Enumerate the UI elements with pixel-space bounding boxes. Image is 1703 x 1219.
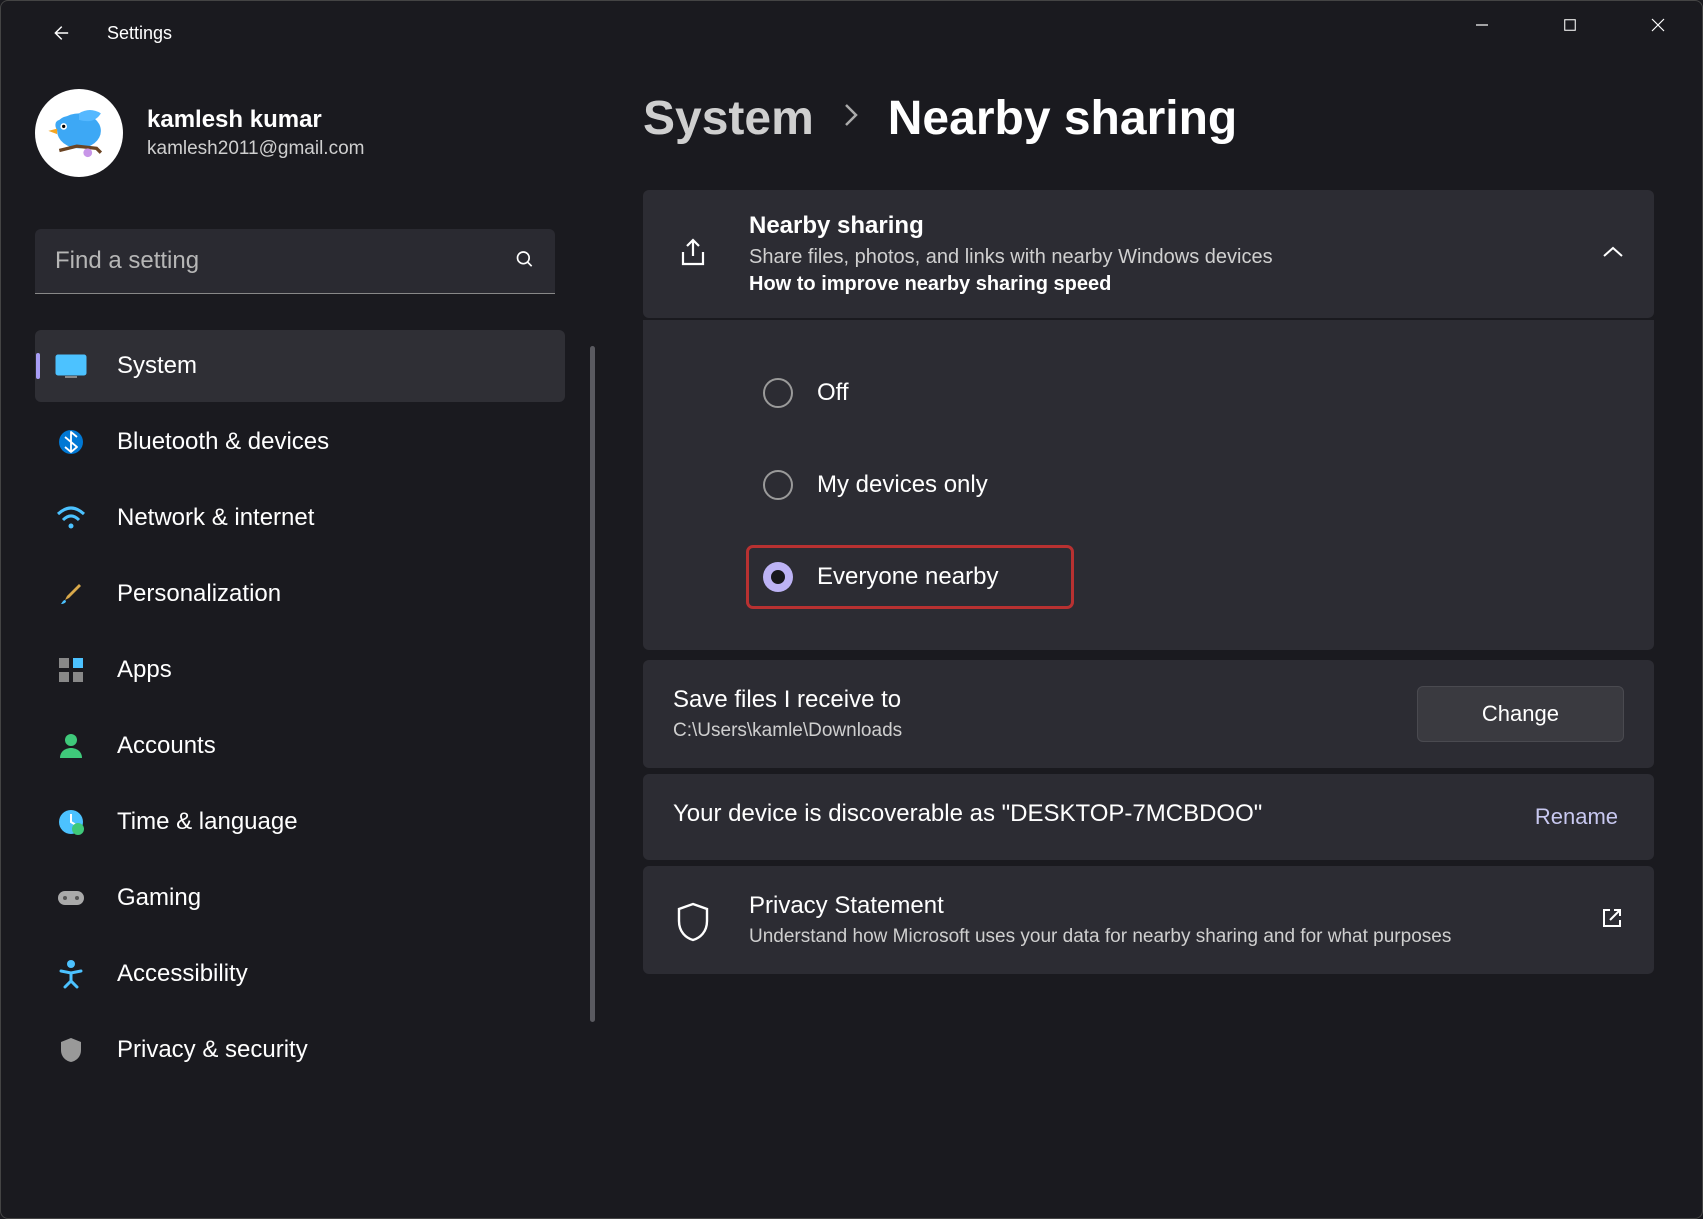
sidebar-item-label: Time & language: [117, 808, 298, 836]
radio-my-devices[interactable]: My devices only: [749, 456, 1618, 514]
privacy-subtitle: Understand how Microsoft uses your data …: [749, 926, 1564, 948]
rename-link[interactable]: Rename: [1535, 804, 1618, 830]
sidebar-item-label: System: [117, 352, 197, 380]
radio-off[interactable]: Off: [749, 364, 1618, 422]
profile-block[interactable]: kamlesh kumar kamlesh2011@gmail.com: [35, 89, 567, 177]
sidebar-item-label: Gaming: [117, 884, 201, 912]
change-button[interactable]: Change: [1417, 686, 1624, 742]
privacy-title: Privacy Statement: [749, 892, 1564, 920]
sidebar-item-label: Network & internet: [117, 504, 314, 532]
discoverable-card: Your device is discoverable as "DESKTOP-…: [643, 774, 1654, 860]
sidebar-item-accounts[interactable]: Accounts: [35, 710, 565, 782]
sidebar-nav: System Bluetooth & devices Network & int…: [35, 330, 565, 1086]
chevron-up-icon: [1602, 245, 1624, 264]
bluetooth-icon: [53, 424, 89, 460]
apps-icon: [53, 652, 89, 688]
sidebar-item-personalization[interactable]: Personalization: [35, 558, 565, 630]
sidebar-item-privacy[interactable]: Privacy & security: [35, 1014, 565, 1086]
save-location-card: Save files I receive to C:\Users\kamle\D…: [643, 660, 1654, 768]
search-box[interactable]: [35, 229, 555, 294]
avatar: [35, 89, 123, 177]
radio-label: My devices only: [817, 471, 988, 499]
sidebar-item-label: Bluetooth & devices: [117, 428, 329, 456]
sidebar-item-label: Accounts: [117, 732, 216, 760]
shield-icon: [53, 1032, 89, 1068]
maximize-button[interactable]: [1526, 1, 1614, 49]
search-icon: [515, 249, 535, 274]
radio-everyone-nearby[interactable]: Everyone nearby: [749, 548, 1071, 606]
chevron-right-icon: [842, 101, 860, 136]
external-link-icon: [1600, 906, 1624, 935]
breadcrumb-current: Nearby sharing: [888, 91, 1237, 146]
sidebar-item-bluetooth[interactable]: Bluetooth & devices: [35, 406, 565, 478]
sidebar-scrollbar[interactable]: [590, 346, 595, 1022]
main-content: System Nearby sharing Nearby sharing Sha…: [591, 65, 1702, 1218]
radio-indicator: [763, 470, 793, 500]
card-title: Nearby sharing: [749, 212, 1566, 240]
accessibility-icon: [53, 956, 89, 992]
search-input[interactable]: [35, 229, 555, 294]
privacy-statement-card[interactable]: Privacy Statement Understand how Microso…: [643, 866, 1654, 974]
window-controls: [1438, 1, 1702, 49]
sidebar-item-label: Accessibility: [117, 960, 248, 988]
close-button[interactable]: [1614, 1, 1702, 49]
breadcrumb: System Nearby sharing: [643, 91, 1654, 146]
breadcrumb-parent[interactable]: System: [643, 91, 814, 146]
radio-indicator: [763, 562, 793, 592]
sharing-options: Off My devices only Everyone nearby: [643, 320, 1654, 650]
gamepad-icon: [53, 880, 89, 916]
profile-email: kamlesh2011@gmail.com: [147, 138, 364, 160]
sidebar-item-label: Privacy & security: [117, 1036, 308, 1064]
sidebar-item-label: Apps: [117, 656, 172, 684]
radio-label: Off: [817, 379, 849, 407]
shield-outline-icon: [673, 900, 713, 940]
back-button[interactable]: [43, 17, 75, 49]
sidebar-item-gaming[interactable]: Gaming: [35, 862, 565, 934]
save-path: C:\Users\kamle\Downloads: [673, 720, 1417, 742]
improve-speed-link[interactable]: How to improve nearby sharing speed: [749, 273, 1566, 296]
wifi-icon: [53, 500, 89, 536]
sidebar-item-apps[interactable]: Apps: [35, 634, 565, 706]
clock-globe-icon: [53, 804, 89, 840]
sidebar-item-system[interactable]: System: [35, 330, 565, 402]
sidebar-item-time-language[interactable]: Time & language: [35, 786, 565, 858]
sidebar-item-network[interactable]: Network & internet: [35, 482, 565, 554]
person-icon: [53, 728, 89, 764]
share-icon: [673, 234, 713, 274]
radio-label: Everyone nearby: [817, 563, 998, 591]
discoverable-text: Your device is discoverable as "DESKTOP-…: [673, 800, 1535, 828]
sidebar-item-label: Personalization: [117, 580, 281, 608]
nearby-sharing-header[interactable]: Nearby sharing Share files, photos, and …: [673, 212, 1624, 296]
profile-name: kamlesh kumar: [147, 106, 364, 134]
brush-icon: [53, 576, 89, 612]
sidebar-item-accessibility[interactable]: Accessibility: [35, 938, 565, 1010]
save-title: Save files I receive to: [673, 686, 1417, 714]
card-subtitle: Share files, photos, and links with near…: [749, 246, 1566, 269]
minimize-button[interactable]: [1438, 1, 1526, 49]
display-icon: [53, 348, 89, 384]
radio-indicator: [763, 378, 793, 408]
sidebar: kamlesh kumar kamlesh2011@gmail.com Syst…: [1, 65, 591, 1218]
nearby-sharing-card: Nearby sharing Share files, photos, and …: [643, 190, 1654, 318]
window-title: Settings: [107, 23, 172, 44]
